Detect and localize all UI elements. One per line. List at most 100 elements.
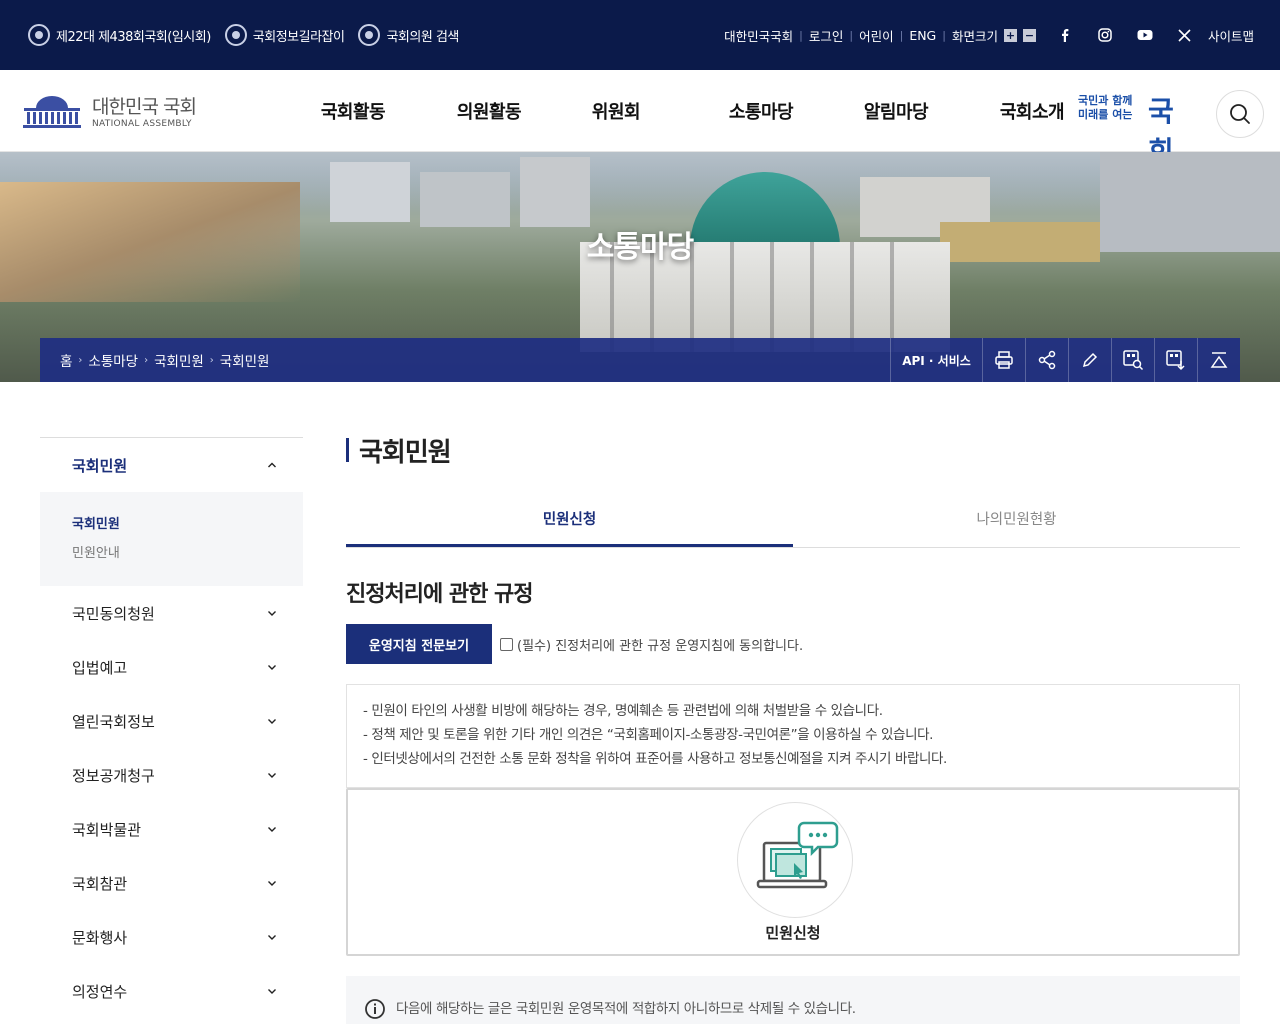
chevron-down-icon [268, 827, 276, 832]
edit-icon [1082, 352, 1098, 368]
submenu-assembly-petition[interactable]: 국회민원 [72, 510, 271, 539]
qr-search-button[interactable] [1111, 338, 1154, 382]
apply-petition-label: 민원신청 [765, 924, 821, 942]
breadcrumb-home[interactable]: 홈 [60, 350, 72, 370]
agreement-checkbox[interactable] [500, 637, 513, 651]
sidebar-item-cultural-events[interactable]: 문화행사 [40, 910, 303, 964]
breadcrumb: 홈 › 소통마당 › 국회민원 › 국회민원 [60, 338, 269, 382]
side-navigation: 국회민원 국회민원 민원안내 국민동의청원 입법예고 열린국회정보 정보공개청구… [40, 437, 303, 1018]
assembly-guide-link[interactable]: 국회정보길라잡이 [224, 24, 345, 46]
apply-petition-card[interactable]: 민원신청 [346, 788, 1240, 956]
banner-title: 소통마당 [586, 230, 694, 265]
print-button[interactable] [982, 338, 1025, 382]
download-button[interactable] [1154, 338, 1197, 382]
sidebar-item-assembly-petition[interactable]: 국회민원 [40, 438, 303, 492]
breadcrumb-bar: 홈 › 소통마당 › 국회민원 › 국회민원 API · 서비스 [40, 338, 1240, 382]
notice-line: - 민원이 타인의 사생활 비방에 해당하는 경우, 명예훼손 등 관련법에 의… [363, 703, 883, 719]
nav-committees[interactable]: 위원회 [550, 98, 682, 124]
view-guidelines-button[interactable]: 운영지침 전문보기 [346, 624, 492, 664]
utility-bar: 제22대 제438회국회(임시회) 국회정보길라잡이 국회의원 검색 대한민국국… [0, 0, 1280, 70]
notice-line: - 인터넷상에서의 건전한 소통 문화 정착을 위하여 표준어를 사용하고 정보… [363, 751, 947, 767]
edit-button[interactable] [1068, 338, 1111, 382]
submenu-petition-guide[interactable]: 민원안내 [72, 539, 271, 568]
home-korea-link[interactable]: 대한민국국회 [724, 26, 793, 45]
zoom-in-button[interactable]: + [1003, 28, 1017, 42]
share-button[interactable] [1025, 338, 1068, 382]
logo-english: NATIONAL ASSEMBLY [92, 119, 192, 129]
chevron-down-icon [268, 719, 276, 724]
api-service-button[interactable]: API · 서비스 [890, 338, 982, 382]
utility-links: 제22대 제438회국회(임시회) 국회정보길라잡이 국회의원 검색 [28, 0, 459, 70]
member-search-link[interactable]: 국회의원 검색 [358, 24, 459, 46]
share-icon [1038, 350, 1056, 370]
sidebar-item-museum[interactable]: 국회박물관 [40, 802, 303, 856]
notice-box: - 민원이 타인의 사생활 비방에 해당하는 경우, 명예훼손 등 관련법에 의… [346, 684, 1240, 788]
tab-apply[interactable]: 민원신청 [346, 500, 793, 547]
assembly-session-link[interactable]: 제22대 제438회국회(임시회) [28, 24, 211, 46]
logo-name: 대한민국 국회 [92, 96, 197, 118]
nav-assembly-activities[interactable]: 국회활동 [278, 98, 428, 124]
facebook-icon[interactable] [1054, 24, 1076, 46]
page-tools: API · 서비스 [890, 338, 1240, 382]
petition-laptop-icon [737, 802, 853, 918]
chevron-down-icon [268, 665, 276, 670]
instagram-icon[interactable] [1094, 24, 1116, 46]
sidebar-item-open-assembly-info[interactable]: 열린국회정보 [40, 694, 303, 748]
info-text: 다음에 해당하는 글은 국회민원 운영목적에 적합하지 아니하므로 삭제될 수 … [396, 1001, 856, 1017]
screen-size-label: 화면크기 [951, 28, 998, 44]
chevron-down-icon [268, 935, 276, 940]
search-icon [1230, 104, 1250, 124]
info-box: 다음에 해당하는 글은 국회민원 운영목적에 적합하지 아니하므로 삭제될 수 … [346, 976, 1240, 1024]
chevron-right-icon: › [78, 354, 83, 366]
chevron-right-icon: › [209, 354, 214, 366]
agreement-label[interactable]: (필수) 진정처리에 관한 규정 운영지침에 동의합니다. [500, 635, 803, 654]
login-link[interactable]: 로그인 [809, 26, 844, 45]
sidebar-item-tour[interactable]: 국회참관 [40, 856, 303, 910]
assembly-emblem-icon [358, 24, 381, 46]
nav-communication[interactable]: 소통마당 [682, 98, 840, 124]
notice-line: - 정책 제안 및 토론을 위한 기타 개인 의견은 “국회홈페이지-소통광장-… [363, 727, 934, 743]
youtube-icon[interactable] [1134, 24, 1156, 46]
download-icon [1166, 350, 1185, 371]
assembly-emblem-icon [28, 24, 50, 46]
nav-notices[interactable]: 알림마당 [840, 98, 952, 124]
breadcrumb-current[interactable]: 국회민원 [220, 350, 270, 370]
english-link[interactable]: ENG [909, 28, 936, 43]
print-icon [995, 351, 1013, 369]
sidebar-item-info-disclosure[interactable]: 정보공개청구 [40, 748, 303, 802]
agreement-row: 운영지침 전문보기 (필수) 진정처리에 관한 규정 운영지침에 동의합니다. [346, 624, 803, 664]
scroll-top-button[interactable] [1197, 338, 1240, 382]
breadcrumb-item[interactable]: 국회민원 [154, 350, 204, 370]
chevron-right-icon: › [144, 354, 149, 366]
qr-search-icon [1123, 350, 1144, 371]
main-content: 국회민원 민원신청 나의민원현황 진정처리에 관한 규정 운영지침 전문보기 (… [346, 430, 1240, 1024]
zoom-out-button[interactable]: − [1022, 28, 1036, 42]
chevron-down-icon [268, 989, 276, 994]
chevron-down-icon [268, 611, 276, 616]
site-header: 대한민국 국회 NATIONAL ASSEMBLY 국회활동 의원활동 위원회 … [0, 70, 1280, 168]
assembly-building-icon [23, 95, 81, 128]
chevron-down-icon [268, 881, 276, 886]
tab-list: 민원신청 나의민원현황 [346, 500, 1240, 548]
page-banner: 소통마당 홈 › 소통마당 › 국회민원 › 국회민원 API · 서비스 [0, 152, 1280, 382]
search-button[interactable] [1216, 90, 1264, 138]
sidebar-item-public-petition[interactable]: 국민동의청원 [40, 586, 303, 640]
info-icon [365, 999, 385, 1019]
section-title: 진정처리에 관한 규정 [346, 582, 533, 607]
chevron-down-icon [268, 773, 276, 778]
chevron-up-icon [268, 462, 276, 468]
sidebar-item-training[interactable]: 의정연수 [40, 964, 303, 1018]
slogan-logo: 국민과 함께 미래를 여는 국회 [1078, 94, 1174, 168]
top-icon [1210, 352, 1228, 368]
breadcrumb-item[interactable]: 소통마당 [88, 350, 138, 370]
sidebar-submenu: 국회민원 민원안내 [40, 492, 303, 586]
tab-my-petitions[interactable]: 나의민원현황 [793, 500, 1240, 547]
kids-link[interactable]: 어린이 [859, 26, 894, 45]
sitemap-link[interactable]: 사이트맵 [1208, 26, 1254, 45]
assembly-emblem-icon [224, 24, 247, 46]
page-title: 국회민원 [346, 430, 1240, 470]
x-icon[interactable] [1174, 24, 1196, 46]
nav-member-activities[interactable]: 의원활동 [428, 98, 550, 124]
site-logo[interactable]: 대한민국 국회 NATIONAL ASSEMBLY [22, 92, 197, 129]
sidebar-item-legislative-notice[interactable]: 입법예고 [40, 640, 303, 694]
